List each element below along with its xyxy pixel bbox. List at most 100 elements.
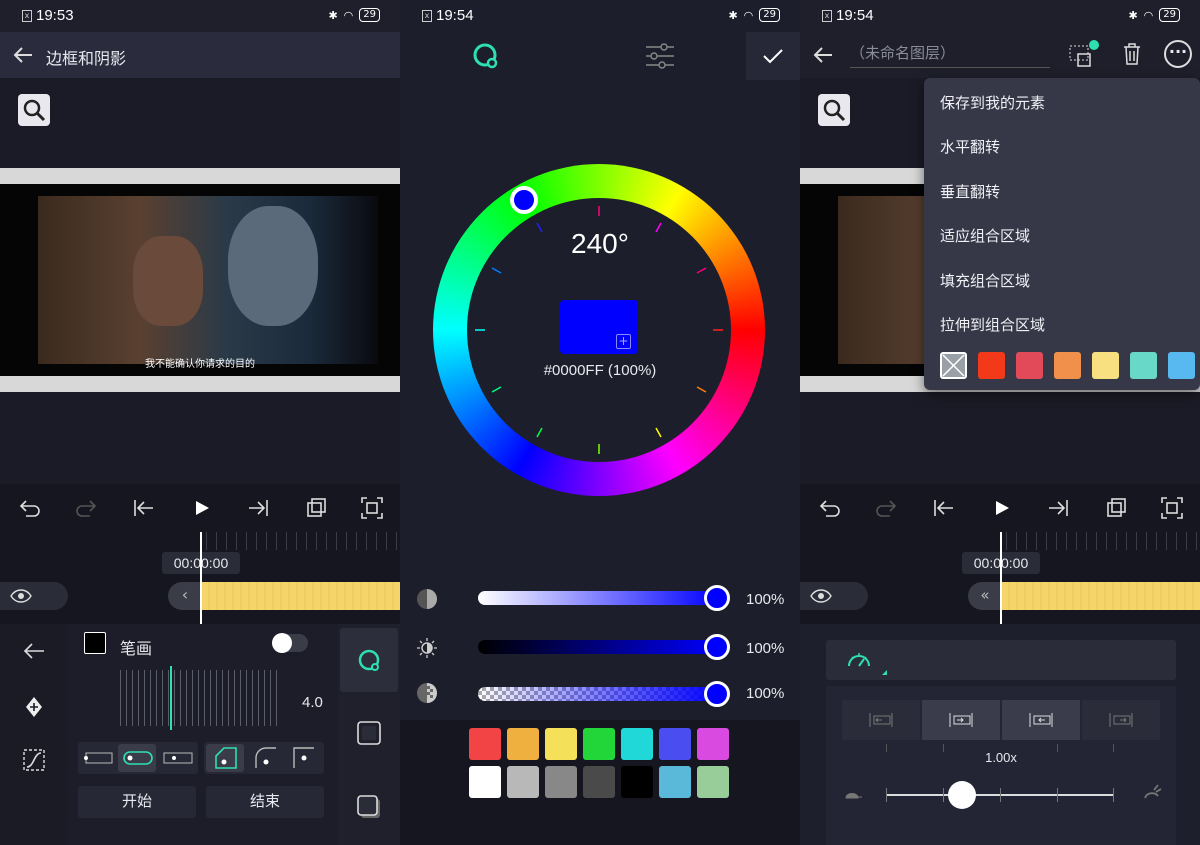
keyframe-add-icon[interactable] — [24, 696, 44, 718]
hue-handle[interactable] — [510, 186, 538, 214]
speedometer-icon[interactable] — [846, 648, 872, 670]
menu-color-swatch[interactable] — [1168, 352, 1195, 379]
confirm-button[interactable] — [746, 32, 800, 80]
menu-flip-vertical[interactable]: 垂直翻转 — [940, 181, 1000, 202]
back-arrow-icon[interactable] — [812, 44, 834, 66]
palette-swatch[interactable] — [545, 766, 577, 798]
opacity-handle[interactable] — [704, 681, 730, 707]
clip-handle-left[interactable]: « — [968, 582, 1002, 610]
skip-start-icon[interactable] — [932, 498, 956, 518]
menu-flip-horizontal[interactable]: 水平翻转 — [940, 136, 1000, 157]
palette-swatch[interactable] — [545, 728, 577, 760]
sliders-tab-icon[interactable] — [644, 42, 676, 70]
brightness-handle[interactable] — [704, 634, 730, 660]
bevel-join-icon[interactable] — [206, 744, 244, 772]
round-cap-icon[interactable] — [118, 744, 156, 772]
saturation-slider[interactable] — [478, 585, 730, 611]
scale-tick — [1113, 744, 1114, 752]
hex-value: #0000FF (100%) — [543, 362, 657, 379]
speed-mode-1[interactable] — [842, 700, 920, 740]
eye-icon — [810, 589, 832, 603]
palette-swatch[interactable] — [659, 728, 691, 760]
playhead[interactable] — [1000, 532, 1002, 624]
layer-name-input[interactable]: （未命名图层） — [850, 40, 1050, 68]
group-icon[interactable] — [1068, 40, 1100, 70]
add-color-icon[interactable]: + — [616, 334, 631, 349]
color-wheel-tab-icon[interactable] — [470, 40, 502, 72]
palette-swatch[interactable] — [507, 728, 539, 760]
speed-mode-4[interactable] — [1082, 700, 1160, 740]
scale-tick — [886, 744, 887, 752]
back-arrow-icon[interactable] — [12, 44, 34, 66]
speed-handle[interactable] — [948, 781, 976, 809]
miter-join-icon[interactable] — [288, 744, 320, 772]
trash-icon[interactable] — [1122, 42, 1142, 66]
clip-handle-left[interactable]: ‹ — [168, 582, 202, 610]
easing-curve-icon[interactable] — [22, 748, 46, 772]
end-button[interactable]: 结束 — [206, 786, 324, 818]
palette-swatch[interactable] — [507, 766, 539, 798]
palette-swatch[interactable] — [621, 728, 653, 760]
palette-swatch[interactable] — [697, 728, 729, 760]
palette-swatch[interactable] — [469, 766, 501, 798]
visibility-toggle[interactable] — [800, 582, 868, 610]
add-layer-icon[interactable] — [1104, 496, 1128, 520]
playhead[interactable] — [200, 532, 202, 624]
round-join-icon[interactable] — [250, 744, 282, 772]
redo-icon[interactable] — [74, 498, 98, 518]
undo-icon[interactable] — [818, 498, 842, 518]
zoom-icon[interactable] — [18, 94, 50, 126]
no-color-icon[interactable] — [940, 352, 967, 379]
menu-color-swatch[interactable] — [1054, 352, 1081, 379]
speed-mode-2[interactable] — [922, 700, 1000, 740]
palette-swatch[interactable] — [583, 728, 615, 760]
palette-swatch[interactable] — [469, 728, 501, 760]
start-button[interactable]: 开始 — [78, 786, 196, 818]
brightness-slider[interactable] — [478, 634, 730, 660]
fullscreen-icon[interactable] — [1160, 496, 1184, 520]
compress-left-icon — [869, 713, 893, 727]
stroke-width-dial[interactable] — [120, 666, 280, 730]
clip-bar[interactable] — [1002, 582, 1200, 610]
video-letterbox: 我不能确认你请求的目的 — [0, 184, 400, 376]
menu-color-swatch[interactable] — [1130, 352, 1157, 379]
butt-cap-icon[interactable] — [82, 750, 114, 766]
stroke-toggle[interactable] — [272, 633, 308, 653]
border-box-icon[interactable] — [356, 720, 382, 746]
visibility-toggle[interactable] — [0, 582, 68, 610]
saturation-handle[interactable] — [704, 585, 730, 611]
color-preview[interactable]: + — [560, 300, 638, 354]
palette-swatch[interactable] — [659, 766, 691, 798]
menu-color-swatch[interactable] — [1016, 352, 1043, 379]
menu-color-swatch[interactable] — [978, 352, 1005, 379]
square-cap-icon[interactable] — [162, 750, 194, 766]
add-layer-icon[interactable] — [304, 496, 328, 520]
opacity-slider[interactable] — [478, 681, 730, 707]
clip-bar[interactable] — [202, 582, 400, 610]
play-icon[interactable] — [992, 498, 1012, 518]
speed-mode-3[interactable] — [1002, 700, 1080, 740]
fullscreen-icon[interactable] — [360, 496, 384, 520]
palette-swatch[interactable] — [621, 766, 653, 798]
undo-icon[interactable] — [18, 498, 42, 518]
skip-end-icon[interactable] — [1046, 498, 1070, 518]
zoom-icon[interactable] — [818, 94, 850, 126]
skip-start-icon[interactable] — [132, 498, 156, 518]
speed-slider[interactable] — [886, 781, 1114, 809]
tab-color[interactable] — [340, 628, 398, 692]
back-arrow-icon[interactable] — [22, 642, 46, 660]
menu-color-swatch[interactable] — [1092, 352, 1119, 379]
redo-icon[interactable] — [874, 498, 898, 518]
palette-swatch[interactable] — [583, 766, 615, 798]
palette-swatch[interactable] — [697, 766, 729, 798]
play-icon[interactable] — [192, 498, 212, 518]
stroke-color-swatch[interactable] — [84, 632, 106, 654]
menu-fit-group[interactable]: 适应组合区域 — [940, 225, 1030, 246]
shadow-box-icon[interactable] — [356, 794, 382, 820]
more-options-icon[interactable]: ··· — [1164, 40, 1192, 68]
timeline-ruler — [206, 532, 400, 550]
menu-stretch-group[interactable]: 拉伸到组合区域 — [940, 314, 1045, 335]
skip-end-icon[interactable] — [246, 498, 270, 518]
menu-fill-group[interactable]: 填充组合区域 — [940, 270, 1030, 291]
menu-save-element[interactable]: 保存到我的元素 — [940, 92, 1045, 113]
